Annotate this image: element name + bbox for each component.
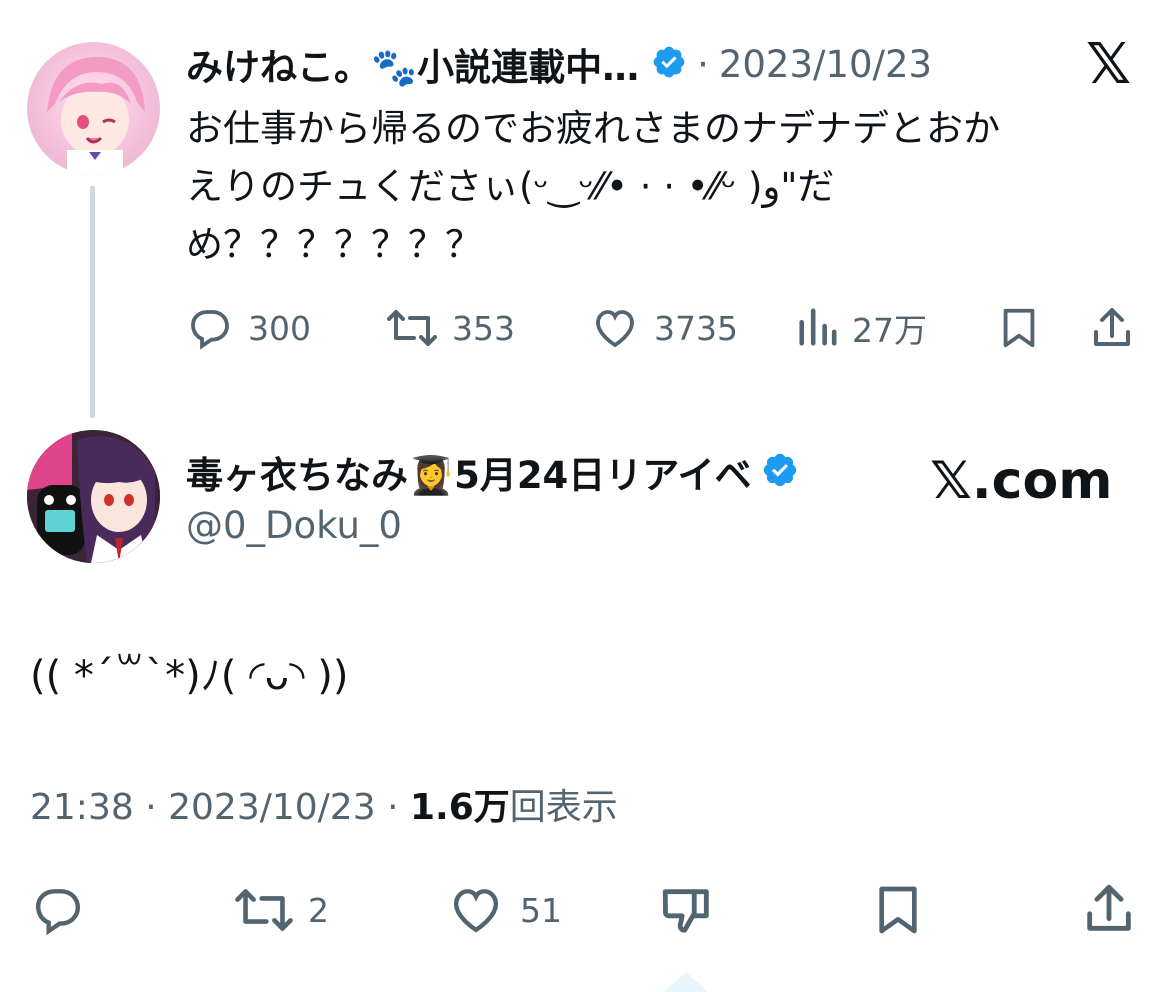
separator-dot: · [387, 787, 399, 828]
avatar-illustration-icon [47, 57, 145, 175]
downvote-button[interactable] [658, 882, 716, 940]
retweet-count: 353 [452, 308, 515, 348]
tooltip-caret [664, 972, 708, 992]
reply-button[interactable] [30, 882, 86, 938]
avatar-illustration-icon [27, 430, 160, 563]
heart-icon [596, 310, 634, 348]
thumbs-down-icon [662, 889, 709, 933]
views-button[interactable]: 27万 [796, 304, 927, 352]
tweet-text-line: め？？？？？？？ [186, 223, 482, 266]
separator-dot: · [145, 787, 157, 828]
bookmark-icon [1003, 308, 1035, 348]
like-button[interactable]: 51 [446, 882, 562, 938]
views-count: 1.6万 [409, 787, 510, 828]
tweet-text-line: お仕事から帰るのでお疲れさまのナデナデとおか [186, 107, 1000, 150]
tweet1-header: みけねこ。🐾小説連載中… · 2023/10/23 [186, 38, 932, 90]
like-count: 51 [520, 890, 562, 930]
author-handle[interactable]: @0_Doku_0 [186, 500, 402, 552]
retweet-button[interactable]: 353 [386, 304, 515, 352]
tweet-text-line: えりのチュくださぃ(ᵕ‿ᵕ⁄⁄• · · •⁄⁄ᵕ )و"だ [186, 165, 835, 208]
tweet1-text: お仕事から帰るのでお疲れさまのナデナデとおか えりのチュくださぃ(ᵕ‿ᵕ⁄⁄• … [186, 100, 1146, 274]
tweet2-header: 毒ヶ衣ちなみ👩‍🎓5月24日リアイベ [186, 446, 799, 498]
reply-icon [35, 889, 81, 936]
retweet-count: 2 [308, 890, 329, 930]
verified-badge-icon [651, 44, 687, 84]
avatar-mikeneko[interactable] [27, 42, 160, 175]
bookmark-button[interactable] [870, 882, 926, 938]
heart-icon [453, 889, 499, 933]
like-button[interactable]: 3735 [590, 304, 738, 352]
share-icon [1094, 308, 1130, 346]
retweet-icon [235, 889, 293, 931]
views-count: 27万 [852, 311, 927, 350]
like-count: 3735 [654, 308, 738, 348]
author-name[interactable]: 毒ヶ衣ちなみ👩‍🎓5月24日リアイベ [186, 445, 751, 499]
x-com-watermark: 𝕏.com [930, 451, 1113, 511]
verified-badge-icon [761, 451, 799, 493]
share-button[interactable] [1088, 304, 1136, 352]
thread-line [90, 186, 95, 418]
bookmark-button[interactable] [996, 304, 1042, 352]
retweet-button[interactable]: 2 [234, 882, 329, 938]
share-icon [1087, 884, 1131, 931]
tweet-meta: 21:38 · 2023/10/23 · 1.6万回表示 [30, 780, 618, 836]
tweet2-text: (( *´꒳`*)ﾉ( ◜ᴗ◝ )) [30, 653, 349, 699]
views-label: 回表示 [509, 787, 618, 828]
x-logo-icon[interactable]: 𝕏 [1086, 30, 1131, 100]
tweet-date[interactable]: 2023/10/23 [719, 43, 932, 86]
analytics-icon [799, 308, 837, 346]
reply-count: 300 [248, 308, 311, 348]
author-name[interactable]: みけねこ。🐾小説連載中… [186, 37, 639, 91]
share-button[interactable] [1080, 880, 1138, 938]
separator-dot: · [697, 42, 709, 86]
tweet-time[interactable]: 21:38 [30, 787, 134, 828]
bookmark-icon [879, 886, 917, 934]
reply-button[interactable]: 300 [186, 304, 311, 352]
reply-icon [191, 310, 229, 350]
tweet-date[interactable]: 2023/10/23 [168, 787, 376, 828]
retweet-icon [387, 310, 437, 346]
avatar-dokuichinami[interactable] [27, 430, 160, 563]
